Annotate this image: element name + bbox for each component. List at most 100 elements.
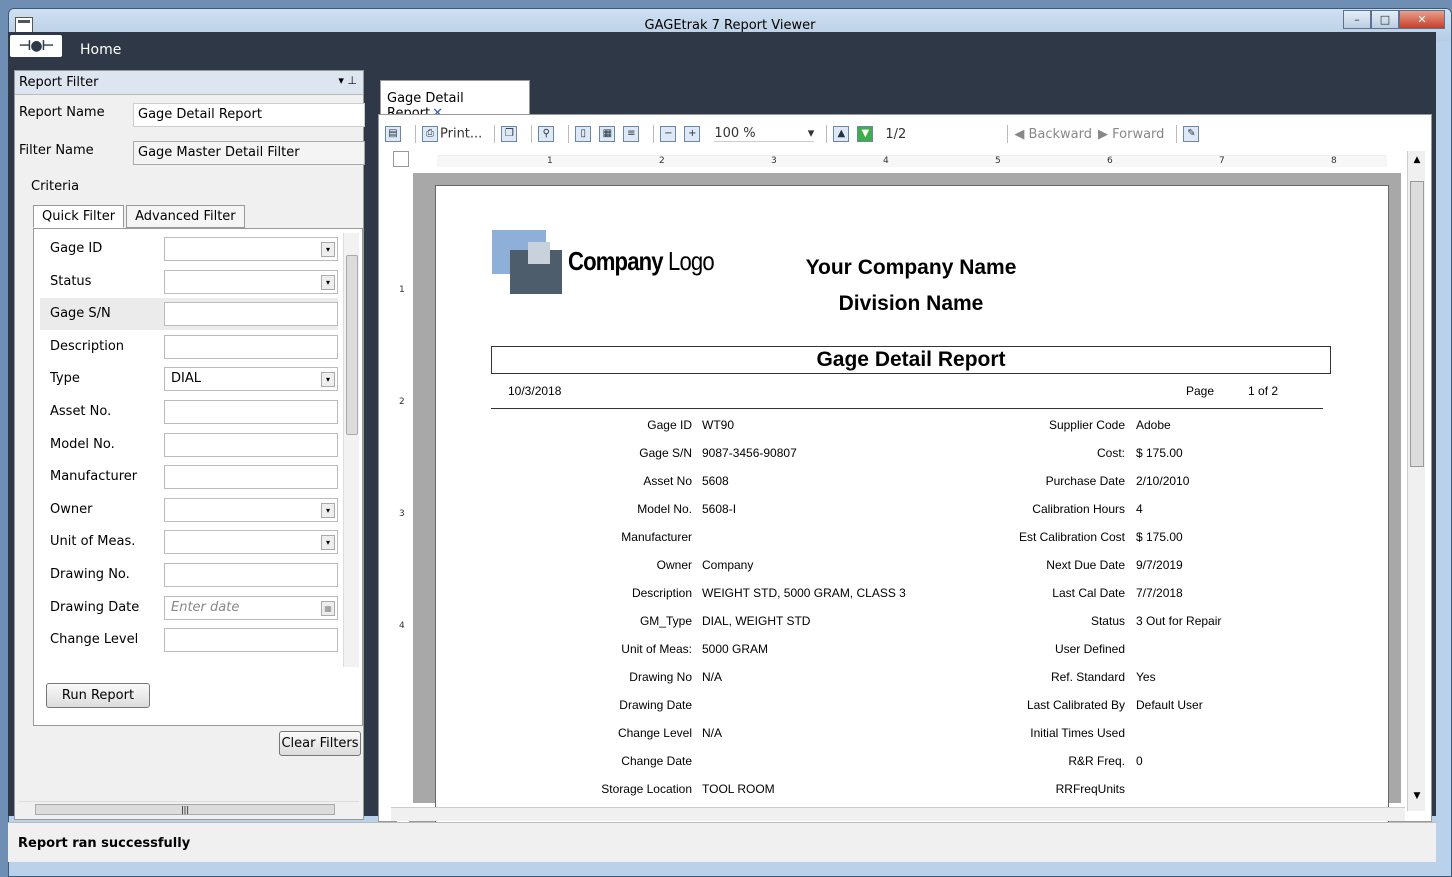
filter-dropdown[interactable]: ▾ bbox=[164, 497, 338, 522]
report-filter-panel: Report Filter ▾ ⊥ Report Name Gage Detai… bbox=[14, 70, 365, 820]
filter-dropdown[interactable]: DIAL ▾ bbox=[164, 367, 338, 392]
filter-field-label: Gage ID bbox=[50, 241, 103, 256]
report-name-label: Report Name bbox=[19, 105, 105, 120]
print-button[interactable]: ⎙ Print... bbox=[422, 126, 482, 142]
filter-row: Gage ID ▾ bbox=[40, 233, 338, 265]
date-field[interactable]: Enter date ▦ bbox=[164, 595, 338, 620]
ruler-tick: 1 bbox=[547, 156, 553, 166]
report-field-label: Est Calibration Cost bbox=[1018, 530, 1125, 544]
filter-field-label: Description bbox=[50, 338, 125, 354]
copy-icon[interactable]: ❐ bbox=[501, 126, 518, 142]
report-page-number: Page 1 of 2 bbox=[1186, 384, 1279, 398]
scroll-thumb[interactable] bbox=[346, 255, 358, 435]
close-button[interactable]: ✕ bbox=[1399, 10, 1445, 29]
filter-field-label: Asset No. bbox=[50, 404, 112, 419]
ruler-corner bbox=[393, 151, 409, 167]
scroll-down-icon[interactable]: ▼ bbox=[1411, 791, 1423, 803]
filter-input[interactable] bbox=[164, 628, 338, 653]
report-field-value: 9/7/2019 bbox=[1136, 558, 1183, 572]
maximize-button[interactable]: □ bbox=[1371, 10, 1399, 29]
filter-name-dropdown[interactable]: Gage Master Detail Filter bbox=[133, 141, 365, 165]
report-field-label: Model No. bbox=[637, 502, 692, 516]
zoom-in-icon[interactable]: + bbox=[684, 126, 701, 142]
filter-row: Description bbox=[40, 331, 338, 363]
annotation-icon[interactable]: ✎ bbox=[1183, 126, 1200, 142]
page-canvas[interactable]: Company Logo Your Company Name Division … bbox=[413, 173, 1401, 825]
chevron-down-icon[interactable]: ▾ bbox=[321, 372, 335, 388]
filter-input[interactable] bbox=[164, 334, 338, 359]
report-field-value: TOOL ROOM bbox=[702, 782, 775, 796]
report-field-label: Asset No bbox=[643, 474, 692, 488]
calendar-icon[interactable]: ▦ bbox=[321, 600, 335, 616]
filter-row: Manufacturer bbox=[40, 461, 338, 493]
pin-icon[interactable]: ▾ ⊥ bbox=[338, 74, 357, 87]
report-field-label: Supplier Code bbox=[1048, 418, 1125, 432]
find-icon[interactable]: ⚲ bbox=[538, 126, 555, 142]
report-field-value: 9087-3456-90807 bbox=[702, 446, 797, 460]
multi-page-icon[interactable]: ▦ bbox=[599, 126, 616, 142]
scroll-up-icon[interactable]: ▲ bbox=[1411, 155, 1423, 167]
report-field-value: WEIGHT STD, 5000 GRAM, CLASS 3 bbox=[702, 586, 906, 600]
zoom-dropdown[interactable]: 100 % ▾ bbox=[714, 126, 815, 142]
report-field-label: Last Calibrated By bbox=[1026, 698, 1125, 712]
scroll-thumb[interactable] bbox=[1410, 181, 1424, 467]
clear-filters-button[interactable]: Clear Filters bbox=[279, 731, 361, 756]
viewer-horizontal-scrollbar[interactable] bbox=[391, 807, 1405, 821]
panel-horizontal-scrollbar[interactable]: ||| bbox=[19, 801, 359, 817]
app-logo-icon[interactable]: ⊣●⊢ bbox=[10, 35, 62, 57]
chevron-down-icon[interactable]: ▾ bbox=[321, 502, 335, 518]
report-field-label: Purchase Date bbox=[1045, 474, 1125, 488]
report-field-value: 2/10/2010 bbox=[1136, 474, 1190, 488]
filter-field-label: Manufacturer bbox=[50, 469, 138, 485]
report-field-value: 5608 bbox=[702, 474, 729, 488]
zoom-out-icon[interactable]: − bbox=[660, 126, 677, 142]
report-name-field[interactable]: Gage Detail Report bbox=[133, 103, 365, 127]
document-map-icon[interactable]: ▤ bbox=[385, 126, 401, 142]
report-field-label: R&R Freq. bbox=[1068, 754, 1125, 768]
ruler-tick: 3 bbox=[771, 156, 777, 166]
report-field-label: Next Due Date bbox=[1046, 558, 1125, 572]
filter-dropdown[interactable]: ▾ bbox=[164, 530, 338, 555]
window-title: GAGEtrak 7 Report Viewer bbox=[644, 18, 816, 33]
backward-button[interactable]: ◀ Backward bbox=[1014, 127, 1092, 142]
continuous-scroll-icon[interactable]: ≡ bbox=[623, 126, 640, 142]
filter-field-label: Type bbox=[50, 371, 80, 387]
forward-button[interactable]: ▶ Forward bbox=[1098, 127, 1164, 142]
chevron-down-icon: ▾ bbox=[807, 126, 815, 141]
tab-quick-filter[interactable]: Quick Filter bbox=[33, 205, 125, 228]
run-report-button[interactable]: Run Report bbox=[46, 683, 150, 708]
filter-scrollbar[interactable] bbox=[343, 233, 359, 667]
viewer-toolbar: ▤ ⎙ Print... ❐ ⚲ ▯ ▦ ≡ − + 100 % ▾ ▲ ▼ 1/… bbox=[385, 121, 1425, 147]
previous-page-icon[interactable]: ▲ bbox=[833, 126, 850, 142]
single-page-icon[interactable]: ▯ bbox=[575, 126, 592, 142]
report-field-value: 5000 GRAM bbox=[702, 642, 769, 656]
menu-home[interactable]: Home bbox=[80, 42, 121, 58]
viewer-vertical-scrollbar[interactable]: ▲ ▼ bbox=[1407, 151, 1425, 811]
report-field-label: User Defined bbox=[1054, 642, 1125, 656]
filter-dropdown[interactable]: ▾ bbox=[164, 237, 338, 261]
report-field-label: Unit of Meas: bbox=[621, 642, 692, 656]
report-field-value: 0 bbox=[1136, 754, 1143, 768]
report-field-label: Drawing Date bbox=[619, 698, 692, 712]
filter-field-label: Owner bbox=[50, 501, 93, 517]
minimize-button[interactable]: – bbox=[1343, 10, 1371, 29]
chevron-down-icon[interactable]: ▾ bbox=[321, 274, 335, 290]
next-page-icon[interactable]: ▼ bbox=[857, 126, 874, 142]
tab-advanced-filter[interactable]: Advanced Filter bbox=[126, 205, 245, 228]
report-field-label: Initial Times Used bbox=[1030, 726, 1125, 740]
filter-row: Asset No. bbox=[40, 396, 338, 428]
chevron-down-icon[interactable]: ▾ bbox=[321, 535, 335, 551]
page-number-field[interactable]: 1/2 bbox=[885, 127, 995, 142]
filter-input[interactable] bbox=[164, 302, 338, 327]
filter-row: Type DIAL ▾ bbox=[40, 363, 338, 395]
report-field-label: RRFreqUnits bbox=[1055, 782, 1125, 796]
filter-dropdown[interactable]: ▾ bbox=[164, 269, 338, 294]
scroll-thumb[interactable]: ||| bbox=[35, 804, 335, 815]
filter-input[interactable] bbox=[164, 465, 338, 490]
filter-row: Drawing No. bbox=[40, 559, 338, 591]
filter-input[interactable] bbox=[164, 563, 338, 587]
filter-input[interactable] bbox=[164, 400, 338, 424]
chevron-down-icon[interactable]: ▾ bbox=[321, 242, 335, 257]
filter-input[interactable] bbox=[164, 432, 338, 457]
tab-gage-detail-report[interactable]: Gage Detail Report✕ bbox=[380, 80, 530, 121]
